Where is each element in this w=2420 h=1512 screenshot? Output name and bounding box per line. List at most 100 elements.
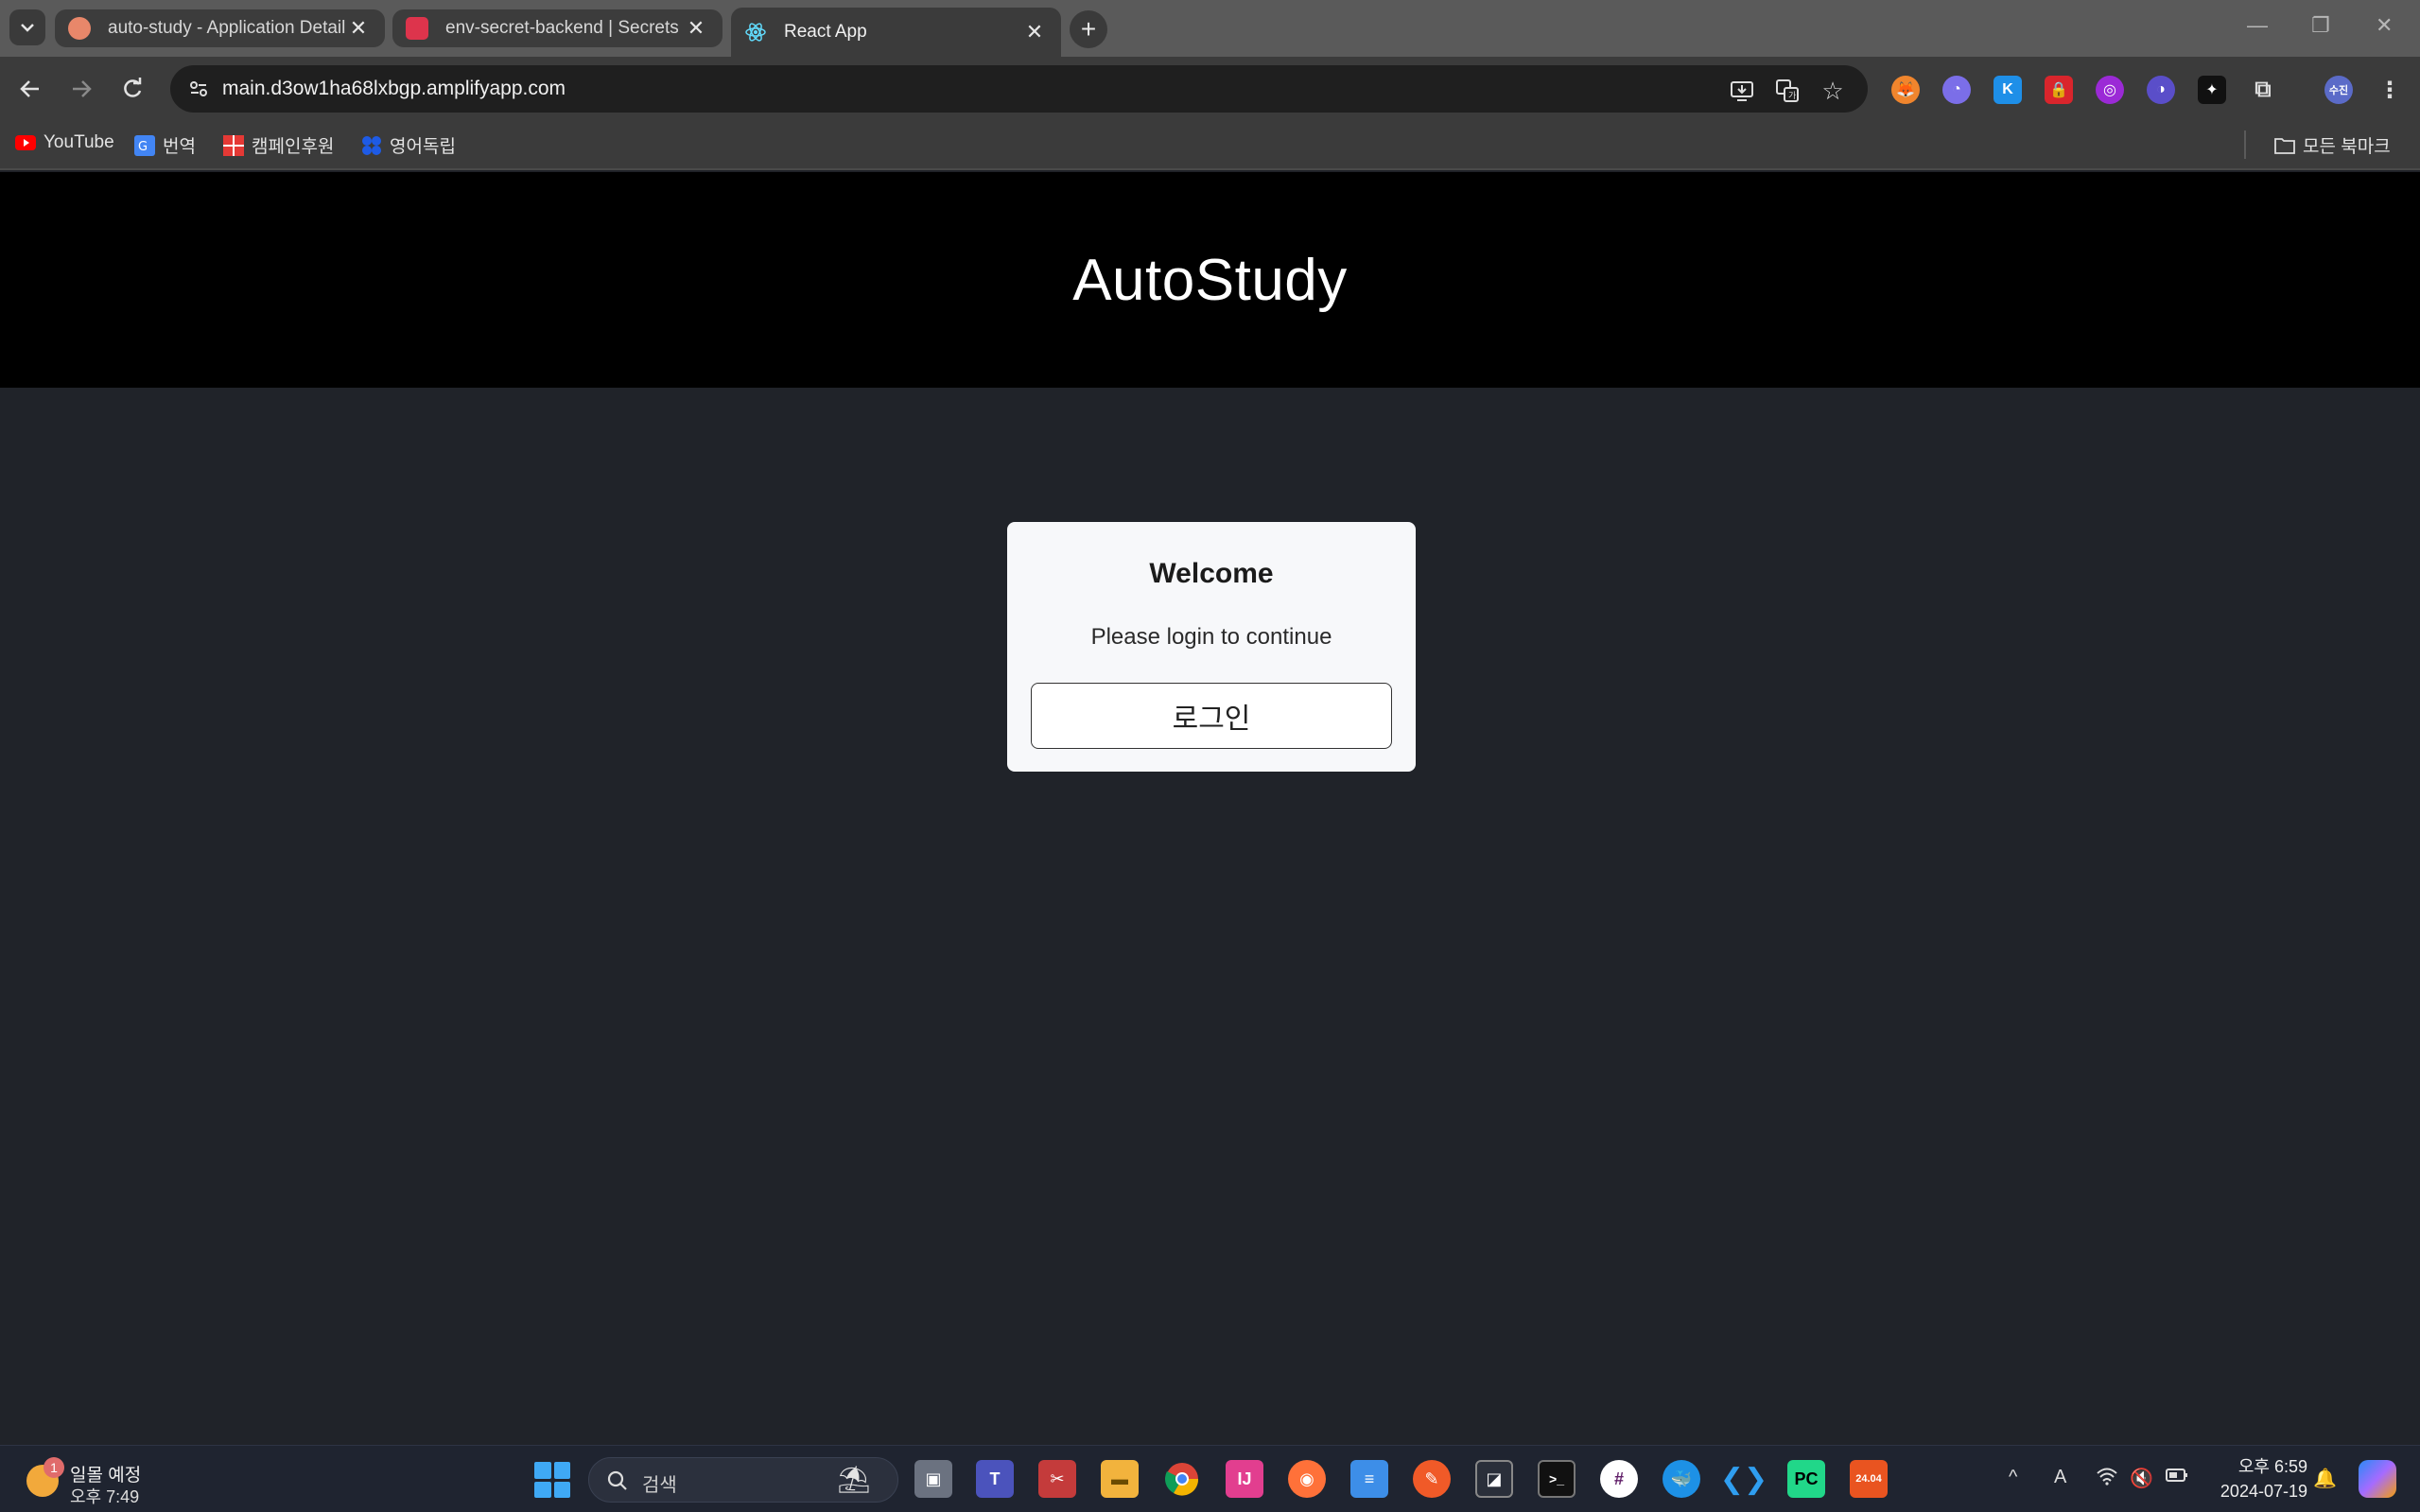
close-tab-icon[interactable]: ✕: [683, 16, 709, 41]
search-placeholder: 검색: [642, 1475, 677, 1496]
all-bookmarks-label: 모든 북마크: [2303, 137, 2391, 157]
close-window-icon[interactable]: ✕: [2376, 13, 2393, 38]
notification-badge: 1: [44, 1457, 64, 1478]
minimize-icon[interactable]: —: [2247, 13, 2268, 38]
keplr-extension-icon[interactable]: ◎: [2096, 76, 2124, 104]
bookmark-label: YouTube: [44, 132, 114, 152]
vscode-icon[interactable]: ❮❯: [1720, 1460, 1767, 1498]
bookmark-english[interactable]: 영어독립: [361, 132, 456, 158]
login-button[interactable]: 로그인: [1031, 683, 1392, 749]
clock-time: 오후 6:59: [2237, 1457, 2307, 1476]
close-tab-icon[interactable]: ✕: [1021, 20, 1048, 44]
extensions-puzzle-icon[interactable]: ⧉: [2249, 76, 2277, 104]
bookmark-bar: YouTube G 번역 캠페인후원 영어독립 모든 북마크: [0, 121, 2420, 170]
show-hidden-icons-chevron-icon[interactable]: ^: [2009, 1467, 2017, 1488]
pycharm-icon[interactable]: PC: [1787, 1460, 1825, 1498]
system-clock[interactable]: 오후 6:59 2024-07-19: [2203, 1453, 2307, 1502]
new-tab-button[interactable]: +: [1070, 10, 1107, 48]
postman-icon[interactable]: ✎: [1413, 1460, 1451, 1498]
svg-text:가: 가: [1788, 91, 1796, 101]
tab-auto-study[interactable]: auto-study - Application Detail ✕: [55, 9, 385, 47]
campaign-icon: [223, 134, 244, 156]
bookmark-label: 번역: [163, 137, 196, 157]
all-bookmarks[interactable]: 모든 북마크: [2274, 132, 2391, 158]
copilot-icon[interactable]: [2359, 1460, 2396, 1498]
windows-start-icon[interactable]: [534, 1462, 570, 1498]
notepad-icon[interactable]: ≡: [1350, 1460, 1388, 1498]
kaikas-extension-icon[interactable]: K: [1993, 76, 2022, 104]
weather-widget[interactable]: 1 일몰 예정 오후 7:49: [23, 1457, 183, 1506]
firefox-icon[interactable]: ◉: [1288, 1460, 1326, 1498]
forward-icon[interactable]: [62, 70, 100, 108]
browser-toolbar: main.d3ow1ha68lxbgp.amplifyapp.com 가 ☆ 🦊…: [0, 57, 2420, 121]
chevron-down-icon: [21, 24, 34, 32]
docker-icon[interactable]: 🐳: [1663, 1460, 1700, 1498]
welcome-heading: Welcome: [1149, 558, 1274, 589]
wallet-extension-icon[interactable]: ◑: [2147, 76, 2175, 104]
tab-react-app[interactable]: React App ✕: [731, 8, 1061, 57]
bookmark-campaign[interactable]: 캠페인후원: [223, 132, 334, 158]
login-prompt-text: Please login to continue: [1090, 624, 1332, 650]
snipping-tool-icon[interactable]: ✂: [1038, 1460, 1076, 1498]
bookmark-divider: [2244, 130, 2246, 159]
site-info-icon[interactable]: [182, 72, 216, 106]
windows-taskbar: 1 일몰 예정 오후 7:49 검색 ⛱ ▣ T ✂ ▬ IJ ◉ ≡ ✎ ◪ …: [0, 1445, 2420, 1512]
tab-title: env-secret-backend | Secrets M: [445, 18, 683, 38]
folder-icon: [2274, 135, 2295, 156]
search-icon: [607, 1470, 627, 1490]
bookmark-youtube[interactable]: YouTube: [15, 132, 114, 153]
app-header: AutoStudy: [0, 172, 2420, 388]
google-translate-icon: G: [134, 134, 155, 156]
reload-icon[interactable]: [113, 70, 151, 108]
restore-icon[interactable]: ❐: [2311, 13, 2330, 38]
aws-amplify-favicon-icon: [68, 17, 91, 40]
terminal-icon[interactable]: >_: [1538, 1460, 1576, 1498]
tab-strip: auto-study - Application Detail ✕ env-se…: [0, 0, 2420, 57]
battery-icon[interactable]: [2166, 1467, 2188, 1488]
app-body: Welcome Please login to continue 로그인: [0, 388, 2420, 1445]
taskbar-search[interactable]: 검색 ⛱: [588, 1457, 898, 1503]
app-title: AutoStudy: [1072, 247, 1348, 313]
weather-line-1: 일몰 예정: [70, 1466, 142, 1486]
english-app-icon: [361, 135, 382, 156]
chrome-icon[interactable]: [1163, 1460, 1201, 1498]
slack-icon[interactable]: #: [1600, 1460, 1638, 1498]
secrets-manager-favicon-icon: [406, 17, 428, 40]
close-tab-icon[interactable]: ✕: [345, 16, 372, 41]
profile-avatar[interactable]: 수진: [2324, 76, 2353, 104]
tab-title: auto-study - Application Detail: [108, 18, 345, 38]
file-explorer-icon[interactable]: ▬: [1101, 1460, 1139, 1498]
tab-title: React App: [784, 22, 867, 42]
url-text: main.d3ow1ha68lxbgp.amplifyapp.com: [222, 78, 566, 99]
volume-muted-icon[interactable]: 🔇: [2130, 1467, 2153, 1490]
teams-icon[interactable]: T: [976, 1460, 1014, 1498]
beach-umbrella-icon: ⛱: [837, 1465, 871, 1494]
bookmark-label: 영어독립: [390, 137, 456, 157]
okx-extension-icon[interactable]: ✦: [2198, 76, 2226, 104]
photo-editor-icon[interactable]: ◪: [1475, 1460, 1513, 1498]
bookmark-label: 캠페인후원: [252, 137, 335, 157]
svg-text:G: G: [138, 140, 148, 154]
wifi-icon[interactable]: [2096, 1467, 2118, 1491]
ime-indicator[interactable]: A: [2054, 1467, 2066, 1488]
youtube-icon: [15, 132, 36, 153]
back-icon[interactable]: [11, 70, 49, 108]
tab-env-secret-backend[interactable]: env-secret-backend | Secrets M ✕: [392, 9, 723, 47]
clock-date: 2024-07-19: [2220, 1482, 2307, 1501]
tab-search-button[interactable]: [9, 9, 45, 45]
intellij-icon[interactable]: IJ: [1226, 1460, 1263, 1498]
address-bar[interactable]: main.d3ow1ha68lxbgp.amplifyapp.com 가 ☆: [170, 65, 1868, 113]
install-app-icon[interactable]: [1729, 78, 1755, 104]
ubuntu-icon[interactable]: 24.04: [1850, 1460, 1888, 1498]
notification-bell-icon[interactable]: 🔔: [2313, 1467, 2337, 1490]
react-favicon-icon: [745, 23, 766, 42]
metamask-extension-icon[interactable]: 🦊: [1891, 76, 1920, 104]
menu-kebab-icon[interactable]: ⋮: [2376, 76, 2404, 104]
password-manager-extension-icon[interactable]: 🔒: [2045, 76, 2073, 104]
weather-line-2: 오후 7:49: [70, 1487, 140, 1506]
translate-icon[interactable]: 가: [1774, 78, 1801, 104]
task-view-icon[interactable]: ▣: [914, 1460, 952, 1498]
phantom-extension-icon[interactable]: ◔: [1942, 76, 1971, 104]
bookmark-translate[interactable]: G 번역: [134, 132, 196, 158]
bookmark-star-icon[interactable]: ☆: [1819, 77, 1846, 105]
